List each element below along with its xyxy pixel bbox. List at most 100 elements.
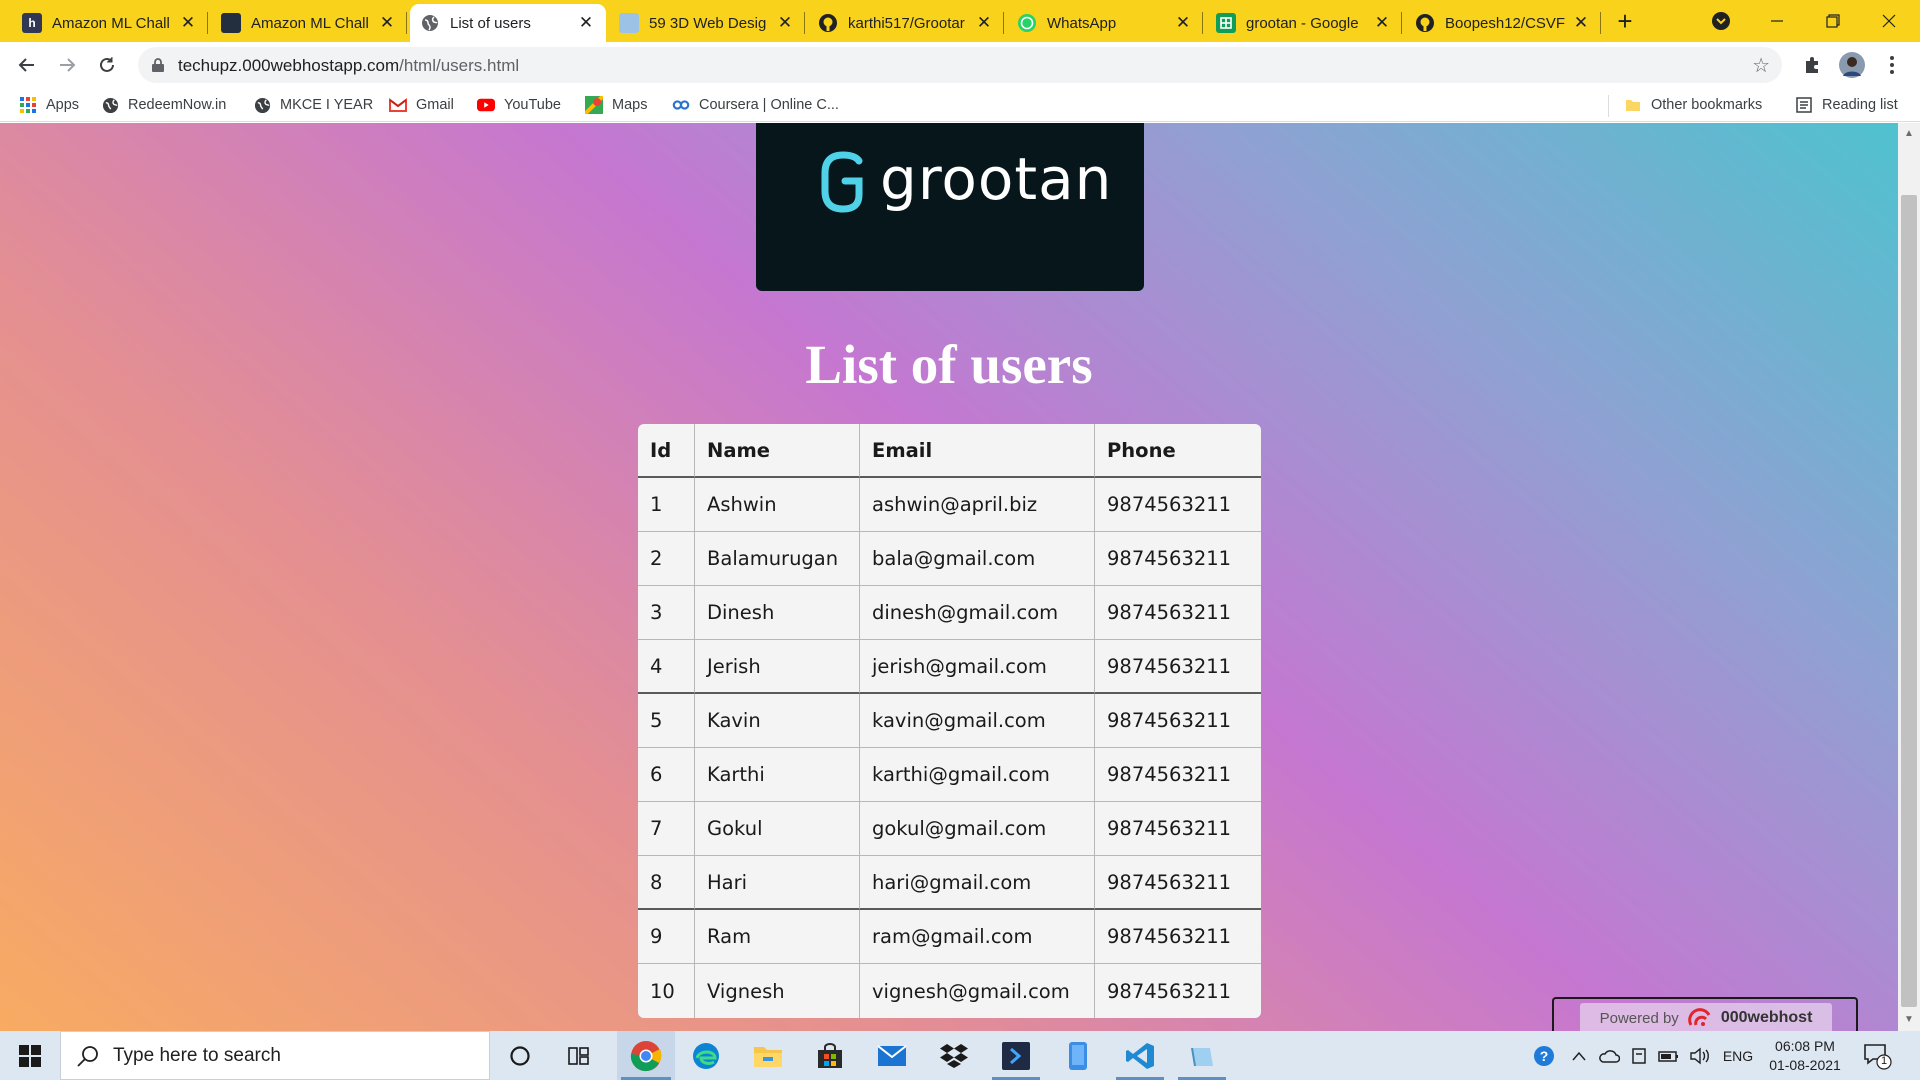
cortana-icon[interactable] xyxy=(492,1031,548,1080)
extensions-icon[interactable] xyxy=(1796,49,1828,81)
browser-tabstrip: h Amazon ML Chall ✕ Amazon ML Chall ✕ Li… xyxy=(0,0,1920,42)
cell-id: 2 xyxy=(638,532,695,586)
folder-icon xyxy=(1624,96,1642,114)
cell-email: ram@gmail.com xyxy=(860,910,1095,964)
cell-id: 1 xyxy=(638,478,695,532)
tab-close-icon[interactable]: ✕ xyxy=(1372,13,1392,33)
powered-by-inner[interactable]: Powered by 000webhost xyxy=(1580,1003,1832,1031)
tab-google-sheets[interactable]: grootan - Google ✕ xyxy=(1206,4,1402,42)
table-header-row: Id Name Email Phone xyxy=(638,424,1261,478)
system-clock[interactable]: 06:08 PM 01-08-2021 xyxy=(1760,1037,1850,1075)
grootan-g-icon xyxy=(821,151,863,213)
notification-center-icon[interactable]: 1 xyxy=(1862,1041,1892,1071)
onedrive-icon[interactable] xyxy=(1596,1031,1622,1080)
table-row: 4 Jerish jerish@gmail.com 9874563211 xyxy=(638,640,1261,694)
profile-avatar[interactable] xyxy=(1836,49,1868,81)
address-bar[interactable]: techupz.000webhostapp.com/html/users.htm… xyxy=(138,47,1782,83)
url-text[interactable]: techupz.000webhostapp.com/html/users.htm… xyxy=(178,56,519,76)
cell-phone: 9874563211 xyxy=(1095,532,1261,586)
minimize-icon[interactable] xyxy=(1760,6,1794,36)
tab-label: 59 3D Web Desig xyxy=(649,14,767,32)
cell-email: dinesh@gmail.com xyxy=(860,586,1095,640)
page-scrollbar[interactable]: ▲ ▼ xyxy=(1898,123,1920,1031)
chrome-icon[interactable] xyxy=(617,1031,675,1080)
volume-icon[interactable] xyxy=(1686,1031,1714,1080)
tab-close-icon[interactable]: ✕ xyxy=(178,13,198,33)
cell-name: Balamurugan xyxy=(695,532,860,586)
windows-taskbar: Type here to search ? ENG 06:08 PM 01-08… xyxy=(0,1031,1920,1080)
tab-github-karthi[interactable]: karthi517/Grootar ✕ xyxy=(808,4,1004,42)
bookmark-redeemnow[interactable]: RedeemNow.in xyxy=(101,95,226,115)
tab-amazon-ml-2[interactable]: Amazon ML Chall ✕ xyxy=(211,4,407,42)
help-icon[interactable]: ? xyxy=(1528,1031,1560,1080)
other-bookmarks[interactable]: Other bookmarks xyxy=(1624,95,1762,115)
device-icon[interactable] xyxy=(1626,1031,1652,1080)
mail-icon[interactable] xyxy=(864,1031,920,1080)
notepad-icon[interactable] xyxy=(1174,1031,1230,1080)
dropbox-icon[interactable] xyxy=(926,1031,982,1080)
file-explorer-icon[interactable] xyxy=(740,1031,796,1080)
reload-icon xyxy=(100,57,114,72)
cell-phone: 9874563211 xyxy=(1095,910,1261,964)
google-sheets-icon xyxy=(1216,13,1236,33)
powered-by-badge[interactable]: Powered by 000webhost xyxy=(1552,997,1858,1031)
bookmark-star-icon[interactable]: ☆ xyxy=(1752,53,1770,78)
task-view-icon[interactable] xyxy=(552,1031,608,1080)
cell-phone: 9874563211 xyxy=(1095,586,1261,640)
vscode-icon[interactable] xyxy=(1112,1031,1168,1080)
show-hidden-icons-icon[interactable] xyxy=(1566,1031,1592,1080)
tab-close-icon[interactable]: ✕ xyxy=(974,13,994,33)
lock-icon[interactable] xyxy=(151,57,165,78)
tab-close-icon[interactable]: ✕ xyxy=(775,13,795,33)
bookmark-apps[interactable]: Apps xyxy=(19,95,79,115)
cell-name: Dinesh xyxy=(695,586,860,640)
reading-list[interactable]: Reading list xyxy=(1795,95,1898,115)
cell-phone: 9874563211 xyxy=(1095,748,1261,802)
taskbar-search-box[interactable]: Type here to search xyxy=(60,1031,490,1080)
tab-amazon-ml-1[interactable]: h Amazon ML Chall ✕ xyxy=(12,4,208,42)
tab-label: Amazon ML Chall xyxy=(52,14,170,32)
tab-github-boopesh[interactable]: Boopesh12/CSVF ✕ xyxy=(1405,4,1601,42)
scroll-thumb[interactable] xyxy=(1901,195,1917,1007)
start-button[interactable] xyxy=(0,1031,60,1080)
scroll-down-arrow-icon[interactable]: ▼ xyxy=(1898,1011,1920,1029)
notification-count-badge: 1 xyxy=(1880,1055,1888,1067)
cell-name: Vignesh xyxy=(695,964,860,1018)
bookmark-coursera[interactable]: Coursera | Online C... xyxy=(672,95,839,115)
tab-3d-web-design[interactable]: 59 3D Web Desig ✕ xyxy=(609,4,805,42)
close-window-icon[interactable] xyxy=(1872,6,1906,36)
bookmark-mkce[interactable]: MKCE I YEAR xyxy=(253,95,373,115)
tab-close-icon[interactable]: ✕ xyxy=(1571,13,1591,33)
language-indicator[interactable]: ENG xyxy=(1718,1031,1758,1080)
phone-icon[interactable] xyxy=(1050,1031,1106,1080)
bookmark-maps[interactable]: Maps xyxy=(585,95,647,115)
chrome-menu-icon[interactable] xyxy=(1876,49,1908,81)
cell-phone: 9874563211 xyxy=(1095,856,1261,910)
tab-close-icon[interactable]: ✕ xyxy=(377,13,397,33)
powershell-icon[interactable] xyxy=(988,1031,1044,1080)
tab-whatsapp[interactable]: WhatsApp ✕ xyxy=(1007,4,1203,42)
forward-button[interactable] xyxy=(51,49,83,81)
restore-icon[interactable] xyxy=(1816,6,1850,36)
back-button[interactable] xyxy=(11,49,43,81)
tab-close-icon[interactable]: ✕ xyxy=(1173,13,1193,33)
reload-button[interactable] xyxy=(91,49,123,81)
battery-icon[interactable] xyxy=(1656,1031,1682,1080)
reading-list-icon xyxy=(1795,96,1813,114)
bookmark-gmail[interactable]: Gmail xyxy=(389,95,454,115)
new-tab-button[interactable]: + xyxy=(1608,6,1642,36)
scroll-up-arrow-icon[interactable]: ▲ xyxy=(1898,125,1920,143)
tab-divider xyxy=(1401,12,1402,34)
bookmark-youtube[interactable]: YouTube xyxy=(477,95,561,115)
edge-icon[interactable] xyxy=(678,1031,734,1080)
store-icon[interactable] xyxy=(802,1031,858,1080)
table-row: 5 Kavin kavin@gmail.com 9874563211 xyxy=(638,694,1261,748)
tab-list-of-users[interactable]: List of users ✕ xyxy=(410,4,606,42)
arrow-right-icon xyxy=(60,58,76,72)
tab-close-icon[interactable]: ✕ xyxy=(576,13,596,33)
table-row: 1 Ashwin ashwin@april.biz 9874563211 xyxy=(638,478,1261,532)
tab-label: Amazon ML Chall xyxy=(251,14,369,32)
tab-search-icon[interactable] xyxy=(1706,6,1736,36)
cell-email: karthi@gmail.com xyxy=(860,748,1095,802)
column-header-id: Id xyxy=(638,424,695,478)
